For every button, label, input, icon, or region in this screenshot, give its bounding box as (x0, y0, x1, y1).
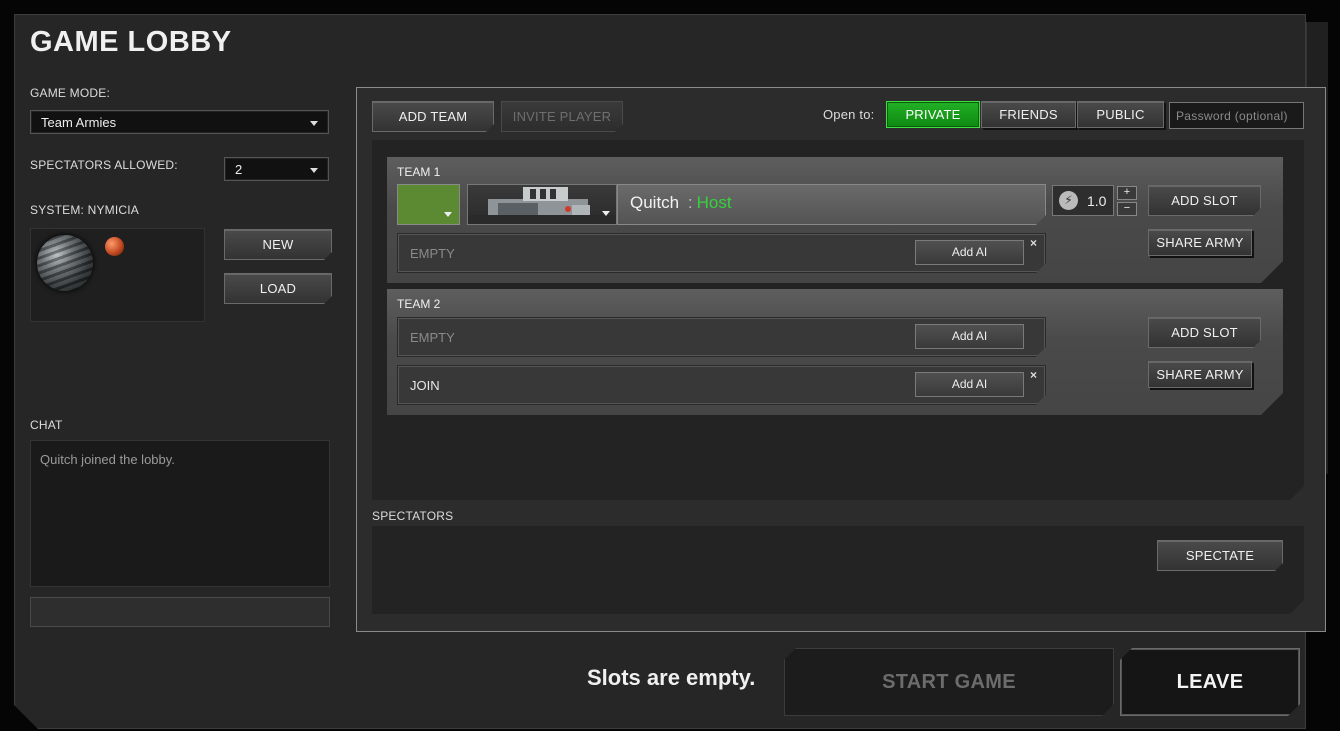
player-slot-host[interactable]: Quitch : Host (617, 184, 1046, 225)
team-2-share-army-button[interactable]: SHARE ARMY (1148, 361, 1252, 388)
chat-input[interactable] (30, 597, 330, 627)
new-system-button[interactable]: NEW (224, 229, 332, 260)
slot-text: EMPTY (410, 245, 455, 261)
team-2-add-slot-button[interactable]: ADD SLOT (1148, 317, 1261, 348)
team-2-slot-1-add-ai-button[interactable]: Add AI (915, 324, 1024, 349)
close-icon[interactable]: × (1030, 236, 1037, 250)
player-role: Host (696, 193, 732, 212)
team-2-label: TEAM 2 (397, 297, 441, 311)
chat-message: Quitch joined the lobby. (40, 452, 175, 467)
spectate-button[interactable]: SPECTATE (1157, 540, 1283, 571)
economy-decrease-button[interactable]: − (1117, 202, 1137, 216)
chevron-down-icon (444, 212, 452, 217)
page-title: GAME LOBBY (30, 26, 232, 58)
team-1-share-army-button[interactable]: SHARE ARMY (1148, 229, 1252, 256)
planet-icon (37, 235, 93, 291)
spectators-allowed-value: 2 (235, 162, 243, 177)
load-system-button[interactable]: LOAD (224, 273, 332, 304)
status-message: Slots are empty. (587, 665, 756, 690)
team-1-add-slot-button[interactable]: ADD SLOT (1148, 185, 1261, 216)
start-game-button[interactable]: START GAME (784, 648, 1114, 716)
open-to-label: Open to: (823, 107, 875, 122)
spectators-label: SPECTATORS (372, 509, 454, 523)
chevron-down-icon (602, 211, 610, 216)
game-mode-value: Team Armies (41, 115, 117, 130)
private-toggle[interactable]: PRIVATE (886, 101, 980, 128)
economy-modifier: ⚡ 1.0 (1052, 185, 1114, 216)
economy-increase-button[interactable]: + (1117, 186, 1137, 200)
game-mode-label: GAME MODE: (30, 86, 111, 100)
leave-button[interactable]: LEAVE (1120, 648, 1300, 716)
lightning-icon: ⚡ (1059, 191, 1078, 210)
system-preview[interactable] (30, 228, 205, 322)
add-team-button[interactable]: ADD TEAM (372, 101, 494, 132)
chevron-down-icon (310, 168, 318, 173)
system-label: SYSTEM: NYMICIA (30, 203, 140, 217)
chat-log: Quitch joined the lobby. (30, 440, 330, 587)
economy-value: 1.0 (1087, 193, 1107, 209)
commander-icon (468, 187, 616, 224)
friends-toggle[interactable]: FRIENDS (981, 101, 1076, 128)
slot-text: JOIN (410, 377, 440, 393)
chat-label: CHAT (30, 418, 63, 432)
team-2-slot-2-add-ai-button[interactable]: Add AI (915, 372, 1024, 397)
password-input[interactable]: Password (optional) (1169, 102, 1304, 129)
spectators-allowed-dropdown[interactable]: 2 (224, 157, 329, 181)
moon-icon (105, 237, 124, 256)
commander-selector[interactable] (467, 184, 617, 225)
public-toggle[interactable]: PUBLIC (1077, 101, 1164, 128)
slot-text: EMPTY (410, 329, 455, 345)
player-separator: : (687, 193, 693, 212)
spectators-allowed-label: SPECTATORS ALLOWED: (30, 158, 178, 172)
player-color-picker[interactable] (397, 184, 460, 225)
chevron-down-icon (310, 121, 318, 126)
game-mode-dropdown[interactable]: Team Armies (30, 110, 329, 134)
invite-player-button[interactable]: INVITE PLAYER (501, 101, 623, 132)
close-icon[interactable]: × (1030, 368, 1037, 382)
team-1-label: TEAM 1 (397, 165, 441, 179)
team-1-slot-1-add-ai-button[interactable]: Add AI (915, 240, 1024, 265)
player-name: Quitch (630, 193, 680, 212)
